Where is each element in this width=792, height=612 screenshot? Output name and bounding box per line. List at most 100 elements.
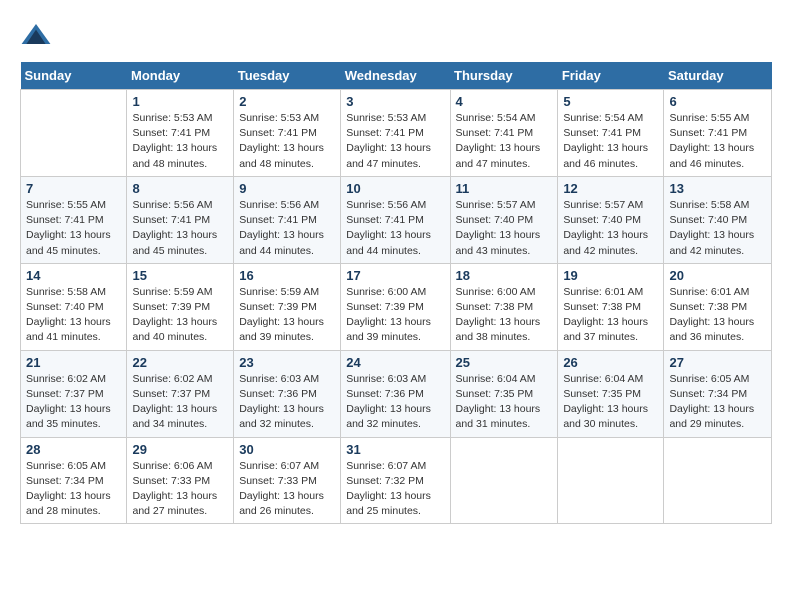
day-number: 13	[669, 181, 766, 196]
page-header	[20, 20, 772, 52]
day-info: Sunrise: 5:55 AM Sunset: 7:41 PM Dayligh…	[26, 198, 121, 259]
day-info: Sunrise: 6:06 AM Sunset: 7:33 PM Dayligh…	[132, 459, 228, 520]
calendar-cell: 31Sunrise: 6:07 AM Sunset: 7:32 PM Dayli…	[341, 437, 450, 524]
day-number: 2	[239, 94, 335, 109]
calendar-cell: 13 Sunrise: 5:58 AM Sunset: 7:40 PM Dayli…	[664, 176, 772, 263]
day-info: Sunrise: 5:57 AM Sunset: 7:40 PM Dayligh…	[456, 198, 553, 259]
day-number: 8	[132, 181, 228, 196]
calendar-cell	[21, 90, 127, 177]
calendar-header: SundayMondayTuesdayWednesdayThursdayFrid…	[21, 62, 772, 90]
day-number: 11	[456, 181, 553, 196]
day-info: Sunrise: 5:53 AM Sunset: 7:41 PM Dayligh…	[132, 111, 228, 172]
logo-icon	[20, 20, 52, 52]
calendar-cell: 25 Sunrise: 6:04 AM Sunset: 7:35 PM Dayli…	[450, 350, 558, 437]
calendar-cell: 18 Sunrise: 6:00 AM Sunset: 7:38 PM Dayli…	[450, 263, 558, 350]
calendar-cell: 29 Sunrise: 6:06 AM Sunset: 7:33 PM Dayli…	[127, 437, 234, 524]
day-number: 5	[563, 94, 658, 109]
week-row-2: 7Sunrise: 5:55 AM Sunset: 7:41 PM Daylig…	[21, 176, 772, 263]
day-info: Sunrise: 6:02 AM Sunset: 7:37 PM Dayligh…	[26, 372, 121, 433]
calendar-cell: 21Sunrise: 6:02 AM Sunset: 7:37 PM Dayli…	[21, 350, 127, 437]
day-info: Sunrise: 6:04 AM Sunset: 7:35 PM Dayligh…	[456, 372, 553, 433]
calendar-cell: 23 Sunrise: 6:03 AM Sunset: 7:36 PM Dayli…	[234, 350, 341, 437]
calendar-cell: 1Sunrise: 5:53 AM Sunset: 7:41 PM Daylig…	[127, 90, 234, 177]
day-info: Sunrise: 6:07 AM Sunset: 7:33 PM Dayligh…	[239, 459, 335, 520]
day-info: Sunrise: 5:56 AM Sunset: 7:41 PM Dayligh…	[132, 198, 228, 259]
day-number: 3	[346, 94, 444, 109]
calendar-table: SundayMondayTuesdayWednesdayThursdayFrid…	[20, 62, 772, 524]
calendar-cell: 22 Sunrise: 6:02 AM Sunset: 7:37 PM Dayli…	[127, 350, 234, 437]
day-info: Sunrise: 5:54 AM Sunset: 7:41 PM Dayligh…	[456, 111, 553, 172]
calendar-cell: 6Sunrise: 5:55 AM Sunset: 7:41 PM Daylig…	[664, 90, 772, 177]
calendar-cell: 28 Sunrise: 6:05 AM Sunset: 7:34 PM Dayli…	[21, 437, 127, 524]
day-number: 23	[239, 355, 335, 370]
day-info: Sunrise: 5:57 AM Sunset: 7:40 PM Dayligh…	[563, 198, 658, 259]
week-row-4: 21Sunrise: 6:02 AM Sunset: 7:37 PM Dayli…	[21, 350, 772, 437]
calendar-cell: 7Sunrise: 5:55 AM Sunset: 7:41 PM Daylig…	[21, 176, 127, 263]
day-number: 18	[456, 268, 553, 283]
day-number: 22	[132, 355, 228, 370]
day-info: Sunrise: 6:03 AM Sunset: 7:36 PM Dayligh…	[239, 372, 335, 433]
calendar-cell	[664, 437, 772, 524]
week-row-1: 1Sunrise: 5:53 AM Sunset: 7:41 PM Daylig…	[21, 90, 772, 177]
column-header-saturday: Saturday	[664, 62, 772, 90]
calendar-cell: 2 Sunrise: 5:53 AM Sunset: 7:41 PM Daylig…	[234, 90, 341, 177]
calendar-cell: 8 Sunrise: 5:56 AM Sunset: 7:41 PM Daylig…	[127, 176, 234, 263]
column-header-friday: Friday	[558, 62, 664, 90]
day-info: Sunrise: 5:55 AM Sunset: 7:41 PM Dayligh…	[669, 111, 766, 172]
calendar-cell: 24 Sunrise: 6:03 AM Sunset: 7:36 PM Dayli…	[341, 350, 450, 437]
calendar-cell: 12 Sunrise: 5:57 AM Sunset: 7:40 PM Dayli…	[558, 176, 664, 263]
day-info: Sunrise: 6:00 AM Sunset: 7:39 PM Dayligh…	[346, 285, 444, 346]
day-number: 26	[563, 355, 658, 370]
calendar-cell: 15Sunrise: 5:59 AM Sunset: 7:39 PM Dayli…	[127, 263, 234, 350]
calendar-cell: 27 Sunrise: 6:05 AM Sunset: 7:34 PM Dayli…	[664, 350, 772, 437]
header-row: SundayMondayTuesdayWednesdayThursdayFrid…	[21, 62, 772, 90]
day-info: Sunrise: 6:01 AM Sunset: 7:38 PM Dayligh…	[669, 285, 766, 346]
day-number: 30	[239, 442, 335, 457]
day-info: Sunrise: 6:01 AM Sunset: 7:38 PM Dayligh…	[563, 285, 658, 346]
week-row-5: 28 Sunrise: 6:05 AM Sunset: 7:34 PM Dayli…	[21, 437, 772, 524]
day-info: Sunrise: 6:05 AM Sunset: 7:34 PM Dayligh…	[669, 372, 766, 433]
day-info: Sunrise: 5:59 AM Sunset: 7:39 PM Dayligh…	[239, 285, 335, 346]
day-number: 17	[346, 268, 444, 283]
day-number: 29	[132, 442, 228, 457]
calendar-cell: 11 Sunrise: 5:57 AM Sunset: 7:40 PM Dayli…	[450, 176, 558, 263]
day-number: 25	[456, 355, 553, 370]
day-number: 12	[563, 181, 658, 196]
day-info: Sunrise: 5:56 AM Sunset: 7:41 PM Dayligh…	[346, 198, 444, 259]
day-number: 4	[456, 94, 553, 109]
day-info: Sunrise: 6:03 AM Sunset: 7:36 PM Dayligh…	[346, 372, 444, 433]
column-header-tuesday: Tuesday	[234, 62, 341, 90]
calendar-cell: 20 Sunrise: 6:01 AM Sunset: 7:38 PM Dayli…	[664, 263, 772, 350]
day-number: 14	[26, 268, 121, 283]
day-info: Sunrise: 5:53 AM Sunset: 7:41 PM Dayligh…	[346, 111, 444, 172]
calendar-cell: 16 Sunrise: 5:59 AM Sunset: 7:39 PM Dayli…	[234, 263, 341, 350]
calendar-cell: 5 Sunrise: 5:54 AM Sunset: 7:41 PM Daylig…	[558, 90, 664, 177]
logo	[20, 20, 56, 52]
day-info: Sunrise: 6:05 AM Sunset: 7:34 PM Dayligh…	[26, 459, 121, 520]
calendar-cell	[558, 437, 664, 524]
calendar-cell	[450, 437, 558, 524]
calendar-body: 1Sunrise: 5:53 AM Sunset: 7:41 PM Daylig…	[21, 90, 772, 524]
day-info: Sunrise: 5:54 AM Sunset: 7:41 PM Dayligh…	[563, 111, 658, 172]
day-number: 31	[346, 442, 444, 457]
calendar-cell: 17 Sunrise: 6:00 AM Sunset: 7:39 PM Dayli…	[341, 263, 450, 350]
day-number: 15	[132, 268, 228, 283]
day-number: 9	[239, 181, 335, 196]
day-number: 16	[239, 268, 335, 283]
calendar-cell: 3 Sunrise: 5:53 AM Sunset: 7:41 PM Daylig…	[341, 90, 450, 177]
day-number: 20	[669, 268, 766, 283]
day-number: 28	[26, 442, 121, 457]
day-info: Sunrise: 6:00 AM Sunset: 7:38 PM Dayligh…	[456, 285, 553, 346]
day-info: Sunrise: 5:56 AM Sunset: 7:41 PM Dayligh…	[239, 198, 335, 259]
calendar-cell: 9 Sunrise: 5:56 AM Sunset: 7:41 PM Daylig…	[234, 176, 341, 263]
calendar-cell: 30 Sunrise: 6:07 AM Sunset: 7:33 PM Dayli…	[234, 437, 341, 524]
day-info: Sunrise: 6:02 AM Sunset: 7:37 PM Dayligh…	[132, 372, 228, 433]
day-number: 27	[669, 355, 766, 370]
day-info: Sunrise: 5:58 AM Sunset: 7:40 PM Dayligh…	[669, 198, 766, 259]
calendar-cell: 10Sunrise: 5:56 AM Sunset: 7:41 PM Dayli…	[341, 176, 450, 263]
week-row-3: 14Sunrise: 5:58 AM Sunset: 7:40 PM Dayli…	[21, 263, 772, 350]
day-info: Sunrise: 5:53 AM Sunset: 7:41 PM Dayligh…	[239, 111, 335, 172]
column-header-monday: Monday	[127, 62, 234, 90]
day-number: 24	[346, 355, 444, 370]
day-number: 19	[563, 268, 658, 283]
